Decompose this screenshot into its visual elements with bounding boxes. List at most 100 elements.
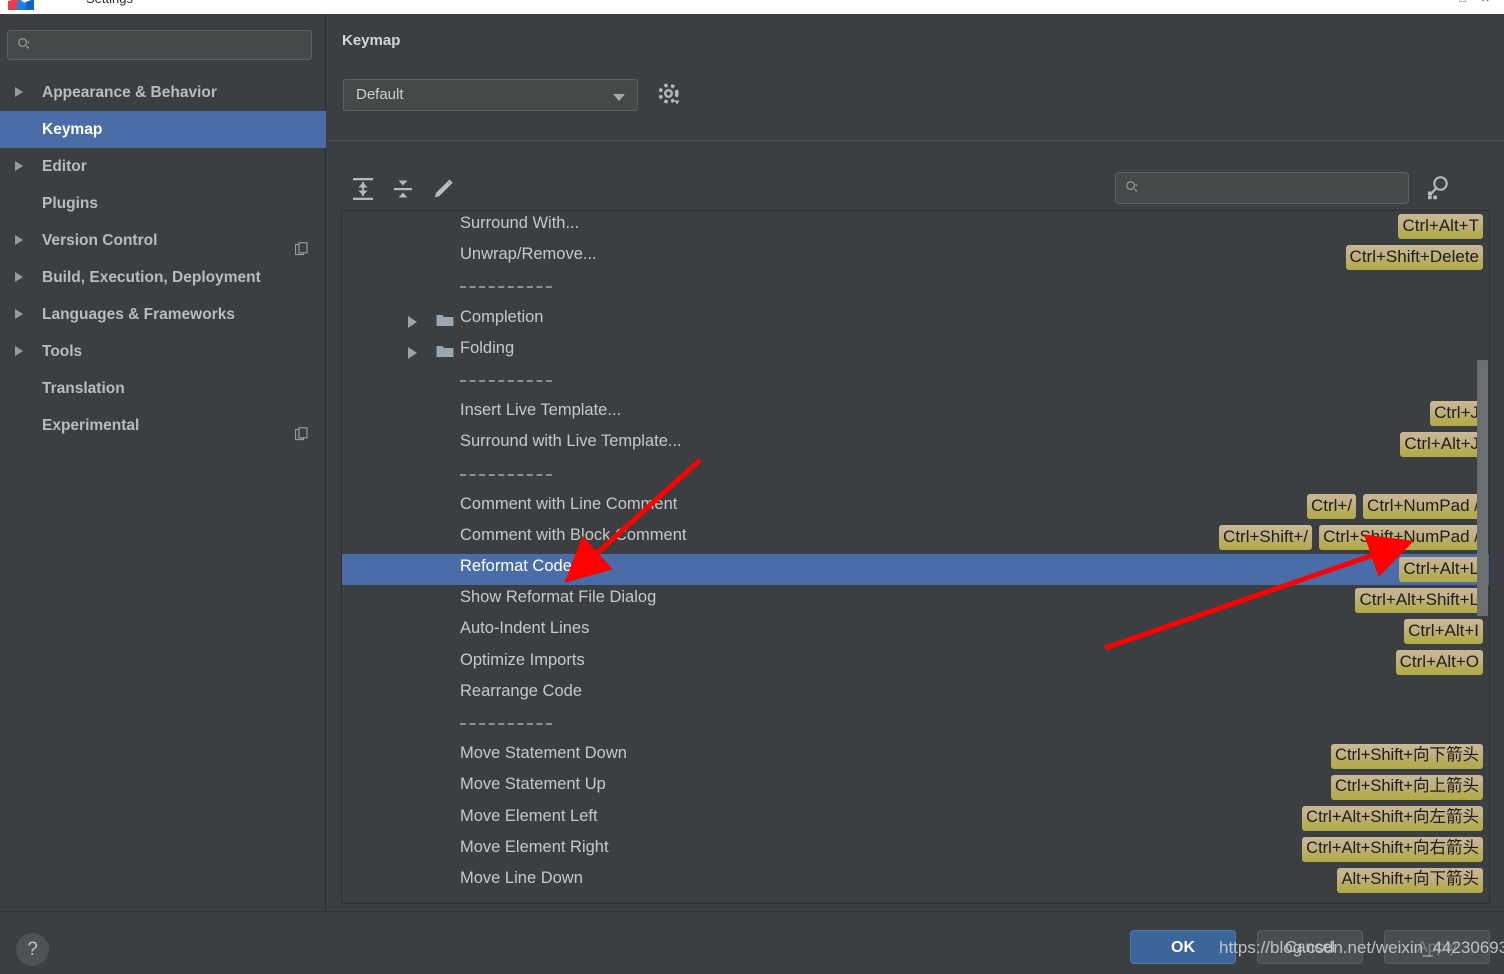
shortcut-row[interactable]: Move Element Right Ctrl+Alt+Shift+向右箭头 xyxy=(342,835,1489,866)
gear-icon[interactable] xyxy=(657,82,683,108)
sidebar-item-keymap[interactable]: Keymap xyxy=(0,111,326,148)
shortcut-search-box[interactable] xyxy=(1115,172,1409,204)
window-controls[interactable]: — □ ✕ xyxy=(1433,0,1496,5)
shortcut-row[interactable]: Move Element Left Ctrl+Alt+Shift+向左箭头 xyxy=(342,804,1489,835)
shortcut-row[interactable]: Move Line Down Alt+Shift+向下箭头 xyxy=(342,866,1489,897)
shortcut-action-label: Surround with Live Template... xyxy=(460,432,682,451)
scrollbar-thumb[interactable] xyxy=(1477,360,1488,616)
shortcut-row[interactable]: Surround with Live Template... Ctrl+Alt+J xyxy=(342,429,1489,460)
sidebar-item-editor[interactable]: Editor xyxy=(0,148,326,185)
shortcut-badge[interactable]: Ctrl+Shift+NumPad / xyxy=(1319,525,1483,551)
shortcut-badge[interactable]: Ctrl+/ xyxy=(1306,494,1357,520)
shortcut-badges: Ctrl+Alt+I xyxy=(1404,618,1483,644)
shortcut-row[interactable]: Completion xyxy=(342,305,1489,336)
shortcut-row[interactable]: Surround With... Ctrl+Alt+T xyxy=(342,211,1489,242)
find-by-shortcut-icon[interactable] xyxy=(1421,171,1453,203)
shortcut-badge[interactable]: Ctrl+Alt+Shift+向左箭头 xyxy=(1302,806,1483,832)
shortcut-row[interactable]: Rearrange Code xyxy=(342,679,1489,710)
window-title-text: Settings xyxy=(86,0,133,6)
search-icon xyxy=(1126,181,1138,192)
shortcut-action-label: Move Statement Down xyxy=(460,744,627,763)
page-title: Keymap xyxy=(342,32,401,49)
chevron-right-icon xyxy=(15,161,23,171)
shortcut-badge[interactable]: Ctrl+J xyxy=(1430,400,1483,426)
shortcut-row[interactable]: Show Reformat File Dialog Ctrl+Alt+Shift+… xyxy=(342,585,1489,616)
shortcut-badge[interactable]: Ctrl+Shift+向上箭头 xyxy=(1331,774,1483,800)
shortcut-row[interactable]: Reformat Code Ctrl+Alt+L xyxy=(342,554,1489,586)
shortcut-badges: Ctrl+Alt+T xyxy=(1398,213,1483,239)
shortcut-badge[interactable]: Ctrl+Alt+Shift+L xyxy=(1355,587,1483,613)
shortcut-action-label: Move Element Left xyxy=(460,806,598,825)
sidebar-search-input[interactable] xyxy=(42,35,304,56)
shortcut-action-label: Optimize Imports xyxy=(460,650,585,669)
shortcut-badges: Ctrl+Shift+Delete xyxy=(1345,244,1483,270)
keymap-scheme-dropdown[interactable]: Default xyxy=(343,79,638,111)
shortcut-badge[interactable]: Ctrl+Shift+/ xyxy=(1219,525,1313,551)
app-logo-icon xyxy=(8,0,34,10)
shortcut-action-label: Folding xyxy=(460,338,515,357)
help-icon[interactable]: ? xyxy=(16,933,49,966)
shortcut-badge[interactable]: Ctrl+Alt+I xyxy=(1404,618,1483,644)
shortcut-badges: Ctrl+Shift+向下箭头 xyxy=(1331,743,1483,769)
shortcut-badge[interactable]: Ctrl+Alt+T xyxy=(1398,213,1483,239)
sidebar-item-plugins[interactable]: Plugins xyxy=(0,185,326,222)
shortcut-action-label: Comment with Block Comment xyxy=(460,525,687,544)
shortcut-action-label: Move Statement Up xyxy=(460,775,606,794)
sidebar-item-version-control[interactable]: Version Control xyxy=(0,222,326,259)
sidebar-item-tools[interactable]: Tools xyxy=(0,333,326,370)
chevron-right-icon xyxy=(15,272,23,282)
shortcut-row[interactable]: Optimize Imports Ctrl+Alt+O xyxy=(342,648,1489,679)
sidebar-item-appearance-behavior[interactable]: Appearance & Behavior xyxy=(0,74,326,111)
list-separator xyxy=(342,461,1489,492)
shortcut-search-input[interactable] xyxy=(1150,178,1402,199)
sidebar-item-languages-frameworks[interactable]: Languages & Frameworks xyxy=(0,296,326,333)
shortcut-row[interactable]: Move Statement Down Ctrl+Shift+向下箭头 xyxy=(342,741,1489,772)
shortcut-badge[interactable]: Ctrl+Alt+J xyxy=(1400,431,1483,457)
chevron-right-icon[interactable] xyxy=(408,346,417,359)
shortcut-badge[interactable]: Ctrl+Alt+Shift+向右箭头 xyxy=(1302,837,1483,863)
chevron-right-icon[interactable] xyxy=(408,315,417,328)
sidebar-item-label: Editor xyxy=(42,158,87,175)
expand-all-icon[interactable] xyxy=(349,175,377,203)
shortcut-action-label: Unwrap/Remove... xyxy=(460,245,597,264)
shortcut-badge[interactable]: Ctrl+Alt+O xyxy=(1395,650,1483,676)
shortcut-row[interactable]: Comment with Block Comment Ctrl+Shift+Num… xyxy=(342,523,1489,554)
shortcut-action-label: Insert Live Template... xyxy=(460,401,622,420)
window-title-bar: Settings — □ ✕ xyxy=(0,0,1504,14)
sidebar-search-box[interactable] xyxy=(7,30,312,60)
sidebar-item-build-execution-deployment[interactable]: Build, Execution, Deployment xyxy=(0,259,326,296)
settings-dialog: Settings — □ ✕ Appearance & Behavior Keym… xyxy=(0,0,1504,974)
list-separator xyxy=(342,710,1489,741)
shortcut-row[interactable]: Auto-Indent Lines Ctrl+Alt+I xyxy=(342,616,1489,647)
sidebar-item-experimental[interactable]: Experimental xyxy=(0,407,326,444)
sidebar-item-translation[interactable]: Translation xyxy=(0,370,326,407)
separator-line xyxy=(460,379,552,382)
separator-line xyxy=(460,723,552,725)
shortcut-badge[interactable]: Ctrl+Alt+L xyxy=(1399,556,1483,582)
collapse-all-icon[interactable] xyxy=(389,175,417,203)
vertical-scrollbar[interactable] xyxy=(1477,212,1488,903)
shortcut-action-label: Reformat Code xyxy=(460,557,572,576)
shortcut-badges: Alt+Shift+向下箭头 xyxy=(1337,868,1483,894)
shortcut-row[interactable]: Move Statement Up Ctrl+Shift+向上箭头 xyxy=(342,772,1489,803)
shortcut-badges: Ctrl+Alt+Shift+L xyxy=(1355,587,1483,613)
shortcut-row[interactable]: Insert Live Template... Ctrl+J xyxy=(342,398,1489,429)
chevron-right-icon xyxy=(15,309,23,319)
shortcut-badges: Ctrl+Alt+Shift+向右箭头 xyxy=(1302,837,1483,863)
shortcut-row[interactable]: Unwrap/Remove... Ctrl+Shift+Delete xyxy=(342,242,1489,273)
shortcut-badge[interactable]: Ctrl+Shift+向下箭头 xyxy=(1331,743,1483,769)
copy-icon xyxy=(294,418,308,441)
shortcut-badge[interactable]: Ctrl+Shift+Delete xyxy=(1345,244,1483,270)
shortcut-badge[interactable]: Alt+Shift+向下箭头 xyxy=(1337,868,1483,894)
shortcut-row[interactable]: Comment with Line Comment Ctrl+NumPad / Ct… xyxy=(342,492,1489,523)
pencil-edit-icon[interactable] xyxy=(429,175,457,203)
list-separator xyxy=(342,367,1489,398)
chevron-down-icon xyxy=(613,94,625,101)
shortcut-action-label: Move Element Right xyxy=(460,837,609,856)
shortcut-row[interactable]: Folding xyxy=(342,336,1489,367)
shortcut-action-label: Surround With... xyxy=(460,214,580,232)
shortcut-badges: Ctrl+J xyxy=(1430,400,1483,426)
sidebar-item-label: Experimental xyxy=(42,417,140,434)
shortcut-list[interactable]: Surround With... Ctrl+Alt+T Unwrap/Remove.… xyxy=(341,210,1490,904)
shortcut-badge[interactable]: Ctrl+NumPad / xyxy=(1363,494,1483,520)
